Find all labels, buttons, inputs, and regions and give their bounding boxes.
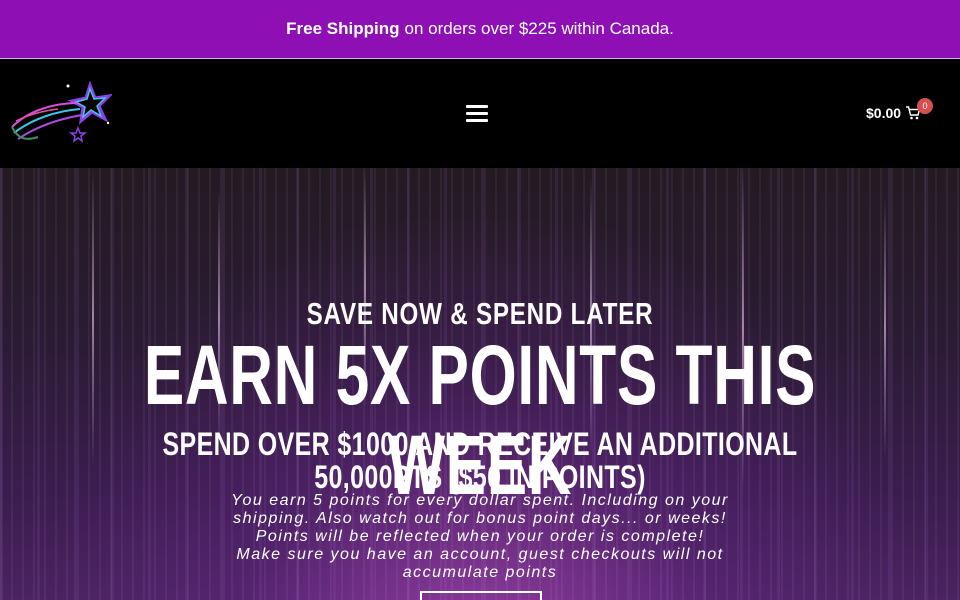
light-streak	[884, 198, 886, 458]
site-logo[interactable]	[8, 80, 114, 145]
cart-button[interactable]: $0.00 0	[866, 98, 933, 125]
hamburger-line	[466, 112, 488, 115]
light-streak	[92, 168, 94, 468]
site-header: $0.00 0	[0, 59, 960, 168]
announcement-text: on orders over $225 within Canada.	[404, 19, 674, 38]
hero-body-line: accumulate points	[402, 564, 558, 581]
cart-count-badge: 0	[917, 98, 933, 114]
hero-subhead: SPEND OVER $1000 AND RECEIVE AN ADDITION…	[162, 426, 798, 495]
announcement-bar: Free Shipping on orders over $225 within…	[0, 0, 960, 58]
hamburger-menu-icon	[466, 105, 488, 108]
hero-body-line: shipping. Also watch out for bonus point…	[233, 510, 727, 527]
hero-body-copy: You earn 5 points for every dollar spent…	[200, 492, 760, 582]
cart-total: $0.00	[866, 105, 902, 121]
hero-body-line: You earn 5 points for every dollar spent…	[231, 492, 729, 509]
hero-banner: SAVE NOW & SPEND LATER EARN 5X POINTS TH…	[0, 168, 960, 600]
hero-body-line: Points will be reflected when your order…	[255, 528, 705, 545]
announcement-bold: Free Shipping	[286, 19, 400, 38]
shooting-star-logo-icon	[11, 80, 114, 143]
hero-kicker: SAVE NOW & SPEND LATER	[306, 296, 654, 331]
menu-toggle-button[interactable]	[466, 105, 488, 123]
hero-cta-button[interactable]	[420, 591, 542, 600]
hero-body-line: Make sure you have an account, guest che…	[236, 546, 724, 563]
hamburger-line	[466, 119, 488, 122]
